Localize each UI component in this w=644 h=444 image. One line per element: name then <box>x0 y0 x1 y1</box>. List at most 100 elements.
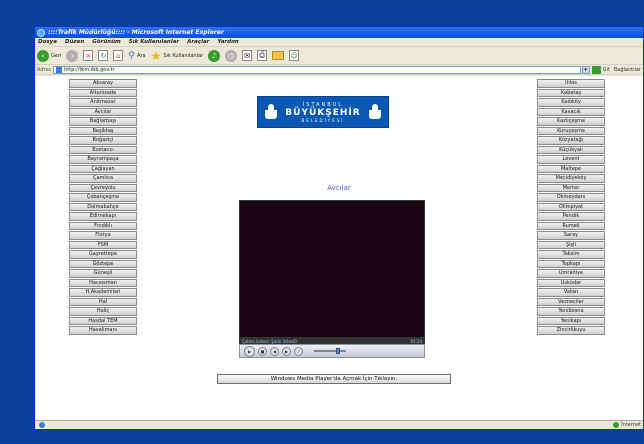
nav-item[interactable]: Edirnekapı <box>69 212 137 221</box>
nav-item[interactable]: Vezneciler <box>537 297 605 306</box>
nav-item[interactable]: Kozyatağı <box>537 136 605 145</box>
menu-help[interactable]: Yardım <box>217 39 238 45</box>
nav-item[interactable]: Bayrampaşa <box>69 155 137 164</box>
menu-file[interactable]: Dosya <box>38 39 57 45</box>
menu-edit[interactable]: Düzen <box>65 39 84 45</box>
refresh-button[interactable]: ↻ <box>98 50 109 61</box>
nav-item[interactable]: Haliç <box>69 307 137 316</box>
nav-item[interactable]: Okmeydanı <box>537 193 605 202</box>
nav-item[interactable]: H.Akademileri <box>69 288 137 297</box>
nav-item[interactable]: Altunizade <box>69 88 137 97</box>
menu-bar: Dosya Düzen Görünüm Sık Kullanılanlar Ar… <box>35 38 643 47</box>
nav-item[interactable]: Havalimanı <box>69 326 137 335</box>
nav-item[interactable]: Saray <box>537 231 605 240</box>
nav-item[interactable]: Yenibosna <box>537 307 605 316</box>
nav-item[interactable]: Hal <box>69 297 137 306</box>
nav-item[interactable]: Çağlayan <box>69 164 137 173</box>
nav-item[interactable]: Dolmabahçe <box>69 202 137 211</box>
nav-item[interactable]: Mecidiyeköy <box>537 174 605 183</box>
go-button[interactable]: Git <box>603 67 610 73</box>
nav-item[interactable]: Florya <box>69 231 137 240</box>
search-button[interactable]: ⚲ Ara <box>128 51 145 61</box>
nav-item[interactable]: Beşiktaş <box>69 126 137 135</box>
nav-item[interactable]: Çevreyolu <box>69 183 137 192</box>
volume-knob[interactable] <box>336 348 340 354</box>
nav-item[interactable]: Gayrettepe <box>69 250 137 259</box>
nav-item[interactable]: Avcılar <box>69 107 137 116</box>
nav-item[interactable]: Boğaziçi <box>69 136 137 145</box>
nav-item[interactable]: Kadıköy <box>537 98 605 107</box>
stop-icon[interactable]: ■ <box>258 346 267 356</box>
nav-item[interactable]: Güneşli <box>69 269 137 278</box>
mail-button[interactable]: ✉ <box>242 50 253 61</box>
previous-icon[interactable]: ◀ <box>270 346 279 356</box>
title-bar[interactable]: ::::Trafik Müdürlüğü:::: - Microsoft Int… <box>35 27 643 38</box>
nav-item[interactable]: Kazlıçeşme <box>537 117 605 126</box>
nav-item[interactable]: Topkapı <box>537 259 605 268</box>
next-icon[interactable]: ▶ <box>282 346 291 356</box>
nav-item[interactable]: İhlas <box>537 79 605 88</box>
forward-arrow-icon: › <box>66 49 79 62</box>
nav-item[interactable]: Şişli <box>537 240 605 249</box>
folder-button[interactable] <box>272 51 285 60</box>
messenger-button[interactable]: ☺ <box>289 50 300 61</box>
nav-item[interactable]: Fındıklı <box>69 221 137 230</box>
nav-item[interactable]: Aksaray <box>69 79 137 88</box>
address-input[interactable]: http://tkm.ibb.gov.tr <box>53 65 581 74</box>
nav-item[interactable]: Maltepe <box>537 164 605 173</box>
stop-button[interactable]: × <box>83 50 94 61</box>
volume-slider[interactable] <box>314 348 346 354</box>
nav-item[interactable]: Rumeli <box>537 221 605 230</box>
nav-item[interactable]: Olimpiyat <box>537 202 605 211</box>
nav-item[interactable]: Üsküdar <box>537 278 605 287</box>
address-dropdown-icon[interactable]: ▾ <box>581 65 590 74</box>
nav-item[interactable]: Levent <box>537 155 605 164</box>
nav-item[interactable]: Kuruçeşme <box>537 126 605 135</box>
back-arrow-icon: ‹ <box>37 49 49 62</box>
mute-icon[interactable]: ♪ <box>294 346 303 356</box>
nav-item[interactable]: Çamlıca <box>69 174 137 183</box>
nav-item[interactable]: Bağlarbaşı <box>69 117 137 126</box>
open-in-media-player-button[interactable]: Windows Media Player'da Açmak İçin Tıkla… <box>217 374 451 384</box>
nav-item[interactable]: Pendik <box>537 212 605 221</box>
nav-item[interactable]: Çobançeşme <box>69 193 137 202</box>
nav-item[interactable]: FSM <box>69 240 137 249</box>
search-icon: ⚲ <box>128 50 135 61</box>
nav-item[interactable]: Kavacık <box>537 107 605 116</box>
browser-window: ::::Trafik Müdürlüğü:::: - Microsoft Int… <box>34 26 644 430</box>
nav-item[interactable]: Kabataş <box>537 88 605 97</box>
zone-label: İnternet <box>621 422 641 428</box>
status-bar: İnternet <box>35 420 643 429</box>
nav-item[interactable]: Taksim <box>537 250 605 259</box>
nav-item[interactable]: Merter <box>537 183 605 192</box>
video-player[interactable] <box>239 200 425 338</box>
history-button[interactable]: ◷ <box>225 49 238 62</box>
menu-favorites[interactable]: Sık Kullanılanlar <box>129 39 179 45</box>
play-icon[interactable]: ▶ <box>244 345 255 357</box>
nav-item[interactable]: Ümraniye <box>537 269 605 278</box>
nav-item[interactable]: Göztepe <box>69 259 137 268</box>
print-button[interactable]: ⎙ <box>257 50 268 61</box>
ibb-logo[interactable]: İSTANBUL BÜYÜKŞEHİR BELEDİYESİ <box>257 96 389 128</box>
links-button[interactable]: Bağlantılar <box>614 67 641 73</box>
home-button[interactable]: ⌂ <box>113 50 124 61</box>
player-status-text: Çalma Listesi: Şarkı listesi0 <box>242 338 297 344</box>
nav-item[interactable]: Bostancı <box>69 145 137 154</box>
nav-item[interactable]: Küçükyalı <box>537 145 605 154</box>
go-arrow-icon[interactable] <box>591 65 601 74</box>
nav-item[interactable]: Hacıosman <box>69 278 137 287</box>
back-button[interactable]: ‹ Geri <box>37 49 62 62</box>
forward-button[interactable]: › <box>66 49 79 62</box>
favorites-button[interactable]: ★ Sık Kullanılanlar <box>151 50 204 62</box>
nav-item[interactable]: Anitmezar <box>69 98 137 107</box>
nav-item[interactable]: Vatan <box>537 288 605 297</box>
nav-item[interactable]: Yenikapı <box>537 316 605 325</box>
media-button[interactable]: ♪ <box>208 49 221 62</box>
menu-tools[interactable]: Araçlar <box>187 39 209 45</box>
menu-view[interactable]: Görünüm <box>92 39 120 45</box>
home-icon: ⌂ <box>113 50 124 61</box>
back-label: Geri <box>51 52 62 59</box>
nav-item[interactable]: Hasdal TEM <box>69 316 137 325</box>
nav-item[interactable]: Zincirlikuyu <box>537 326 605 335</box>
history-icon: ◷ <box>225 49 238 62</box>
